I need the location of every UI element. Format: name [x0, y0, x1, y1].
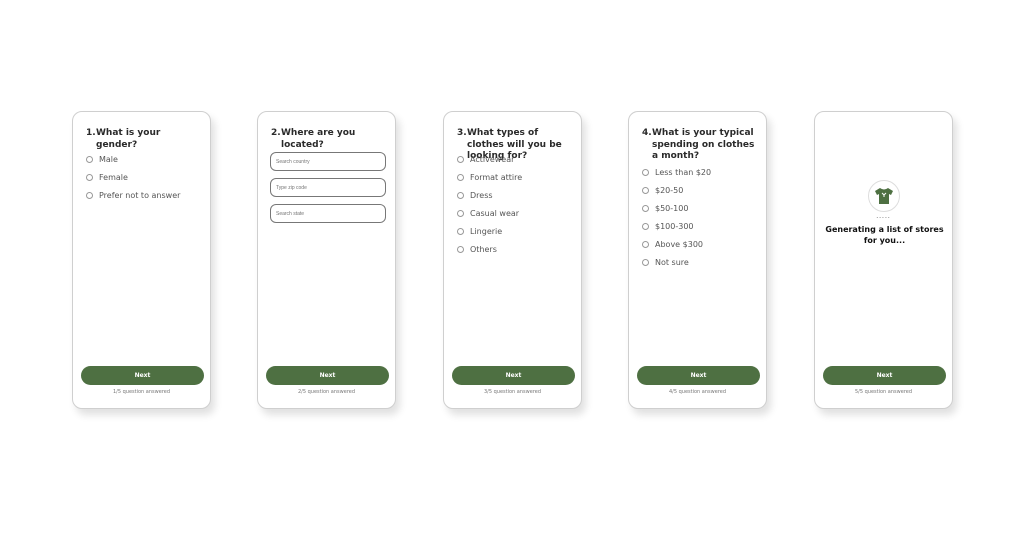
option-item[interactable]: $50-100 — [642, 199, 711, 217]
option-label: Prefer not to answer — [99, 190, 181, 200]
radio-icon[interactable] — [642, 258, 649, 266]
radio-icon[interactable] — [86, 173, 93, 181]
progress-text: 1/5 question answered — [112, 389, 171, 395]
search-state-input[interactable] — [270, 204, 386, 223]
option-label: Female — [99, 172, 128, 182]
next-button[interactable]: Next — [637, 366, 760, 385]
progress-text: 3/5 question answered — [483, 389, 542, 395]
option-label: Others — [470, 244, 497, 254]
option-item[interactable]: Others — [457, 240, 522, 258]
question-title: 1. What is your gender? — [86, 128, 204, 151]
option-label: $20-50 — [655, 185, 684, 195]
radio-icon[interactable] — [642, 186, 649, 194]
option-female[interactable]: Female — [86, 168, 180, 186]
option-item[interactable]: Above $300 — [642, 235, 711, 253]
question-number: 4. — [642, 128, 652, 138]
question-card-spending: 4. What is your typical spending on cloth… — [628, 111, 767, 409]
question-text: What is your gender? — [96, 128, 161, 150]
question-number: 2. — [271, 128, 281, 138]
option-item[interactable]: Format attire — [457, 168, 522, 186]
radio-icon[interactable] — [457, 209, 464, 217]
radio-icon[interactable] — [642, 222, 649, 230]
option-label: Format attire — [470, 172, 523, 182]
option-item[interactable]: Activewear — [457, 150, 522, 168]
next-button[interactable]: Next — [823, 366, 946, 385]
option-item[interactable]: $20-50 — [642, 181, 711, 199]
option-item[interactable]: Dress — [457, 186, 522, 204]
radio-icon[interactable] — [642, 240, 649, 248]
option-prefer-not[interactable]: Prefer not to answer — [86, 186, 180, 204]
option-label: Less than $20 — [655, 167, 712, 177]
next-button[interactable]: Next — [81, 366, 204, 385]
search-country-input[interactable] — [270, 152, 386, 171]
question-card-clothes: 3. What types of clothes will you be look… — [443, 111, 582, 409]
option-label: Above $300 — [655, 239, 704, 249]
question-card-location: 2.Where are you located? Next 2/5 questi… — [257, 111, 396, 409]
radio-icon[interactable] — [457, 245, 464, 253]
option-label: Dress — [470, 190, 493, 200]
radio-icon[interactable] — [642, 168, 649, 176]
option-label: Not sure — [655, 257, 689, 267]
radio-icon[interactable] — [457, 191, 464, 199]
loading-card: ..... Generating a list of stores for yo… — [814, 111, 953, 409]
option-label: Lingerie — [470, 226, 503, 236]
option-item[interactable]: Not sure — [642, 253, 711, 271]
question-number: 3. — [457, 128, 467, 138]
radio-icon[interactable] — [86, 191, 93, 199]
option-label: Male — [99, 154, 118, 164]
option-item[interactable]: Lingerie — [457, 222, 522, 240]
question-text: Where are you located? — [281, 128, 356, 150]
zip-code-input[interactable] — [270, 178, 386, 197]
progress-text: 4/5 question answered — [668, 389, 727, 395]
question-number: 1. — [86, 128, 96, 138]
question-title: 2. Where are you located? — [271, 128, 389, 151]
question-title: 4. What is your typical spending on cloth… — [642, 128, 760, 163]
next-button[interactable]: Next — [452, 366, 575, 385]
radio-icon[interactable] — [86, 155, 93, 163]
option-label: Casual wear — [470, 208, 520, 218]
tshirt-icon — [868, 180, 900, 212]
radio-icon[interactable] — [457, 173, 464, 181]
radio-icon[interactable] — [457, 227, 464, 235]
loading-message: Generating a list of stores for you... — [825, 225, 944, 245]
option-male[interactable]: Male — [86, 150, 180, 168]
option-item[interactable]: Less than $20 — [642, 163, 711, 181]
progress-text: 5/5 question answered — [854, 389, 913, 395]
radio-icon[interactable] — [642, 204, 649, 212]
question-card-gender: 1. What is your gender? Male Female Prefe… — [72, 111, 211, 409]
option-label: $50-100 — [655, 203, 689, 213]
loading-dots: ..... — [876, 213, 891, 220]
option-item[interactable]: $100-300 — [642, 217, 711, 235]
progress-text: 2/5 question answered — [297, 389, 356, 395]
radio-icon[interactable] — [457, 155, 464, 163]
option-label: Activewear — [470, 154, 515, 164]
option-item[interactable]: Casual wear — [457, 204, 522, 222]
question-text: What is your typical spending on clothes… — [652, 128, 755, 161]
option-label: $100-300 — [655, 221, 694, 231]
next-button[interactable]: Next — [266, 366, 389, 385]
